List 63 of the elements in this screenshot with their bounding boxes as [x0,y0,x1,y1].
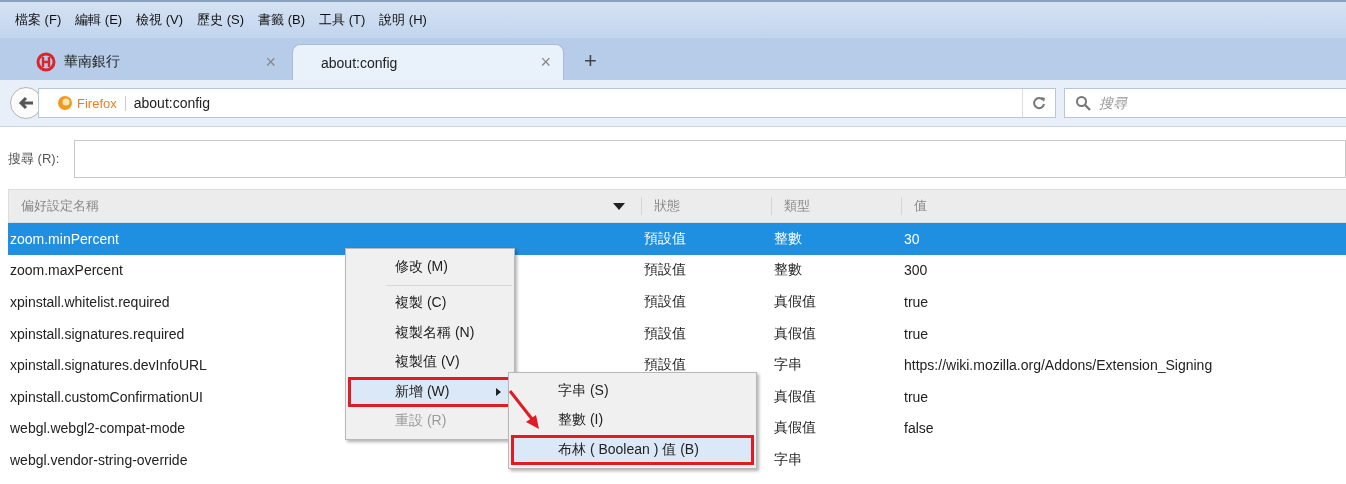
new-tab-button[interactable]: + [584,48,597,74]
tab-title: 華南銀行 [64,53,121,71]
menu-item[interactable]: 布林 ( Boolean ) 值 (B) [511,435,754,465]
table-cell-text: 字串 [773,356,802,375]
table-cell-text: 30 [903,230,920,247]
menu-item-label: 新增 (W) [395,382,450,401]
tab-title: about:config [321,54,399,71]
menu-item[interactable]: 複製名稱 (N) [348,318,512,348]
search-label: 搜尋 (R): [8,150,61,168]
table-cell-text: 字串 [773,450,802,469]
table-cell-text: 整數 [773,229,802,248]
search-icon [1075,95,1091,111]
firefox-logo-icon [57,95,73,111]
table-cell-text: xpinstall.signatures.required [9,325,185,342]
table-cell-text: xpinstall.whitelist.required [9,294,170,310]
menu-item[interactable]: 字串 (S) [511,376,754,406]
table-cell-text: 真假值 [773,324,816,343]
menu-item[interactable]: 檔案 (F) [8,11,69,29]
identity-label: Firefox [77,95,126,111]
browser-tab[interactable]: about:config × [292,44,564,80]
table-cell-text: 預設值 [643,324,686,343]
table-cell-text: 真假值 [773,387,816,406]
url-text: about:config [133,95,212,111]
table-cell-text: webgl.vendor-string-override [9,451,188,468]
menu-item[interactable]: 說明 (H) [372,11,434,29]
menu-item[interactable]: 編輯 (E) [68,11,130,29]
table-cell-text: 真假值 [773,419,816,438]
table-cell-text: zoom.minPercent [9,230,119,247]
table-cell-text: 預設值 [643,261,686,280]
back-arrow-icon [18,96,34,110]
table-cell-text: webgl.webgl2-compat-mode [9,420,186,437]
table-cell-text: xpinstall.customConfirmationUI [9,388,203,405]
bank-logo-icon [36,52,56,72]
menu-item[interactable]: 歷史 (S) [190,11,252,29]
search-box[interactable]: 搜尋 [1064,88,1346,118]
menu-item[interactable]: 整數 (I) [511,405,754,435]
table-cell-text: 整數 [773,261,802,280]
browser-tab[interactable]: 華南銀行 × [16,44,288,80]
submenu-arrow-icon [496,387,501,396]
search-field[interactable] [74,140,1346,178]
menu-item[interactable]: 工具 (T) [312,11,373,29]
table-cell-text: 預設值 [643,356,686,375]
table-cell-text: xpinstall.signatures.devInfoURL [9,357,207,374]
menu-item[interactable]: 修改 (M) [348,252,512,282]
table-cell-text: zoom.maxPercent [9,262,123,279]
search-field[interactable]: 搜尋 [1097,94,1346,112]
table-cell-text: 預設值 [643,293,686,311]
table-cell-text: 真假值 [773,293,816,311]
reload-icon[interactable] [1032,96,1046,110]
menu-item[interactable]: 複製值 (V) [348,347,512,377]
table-cell-text: true [903,325,929,342]
table-cell-text: 預設值 [643,229,686,248]
menu-item[interactable]: 書籤 (B) [251,11,313,29]
table-cell-text: false [903,420,934,437]
table-cell-text: https://wiki.mozilla.org/Addons/Extension_Signing [903,357,1213,374]
table-cell-text: true [903,294,929,310]
address-bar[interactable]: Firefox about:config [38,88,1056,118]
menu-item[interactable]: 複製 (C) [348,288,512,318]
annotation-arrow [508,390,539,429]
table-cell-text: 300 [903,262,928,279]
table-cell-text: true [903,388,929,405]
menu-item[interactable]: 檢視 (V) [129,11,191,29]
dropdown-caret-icon[interactable] [613,202,625,210]
